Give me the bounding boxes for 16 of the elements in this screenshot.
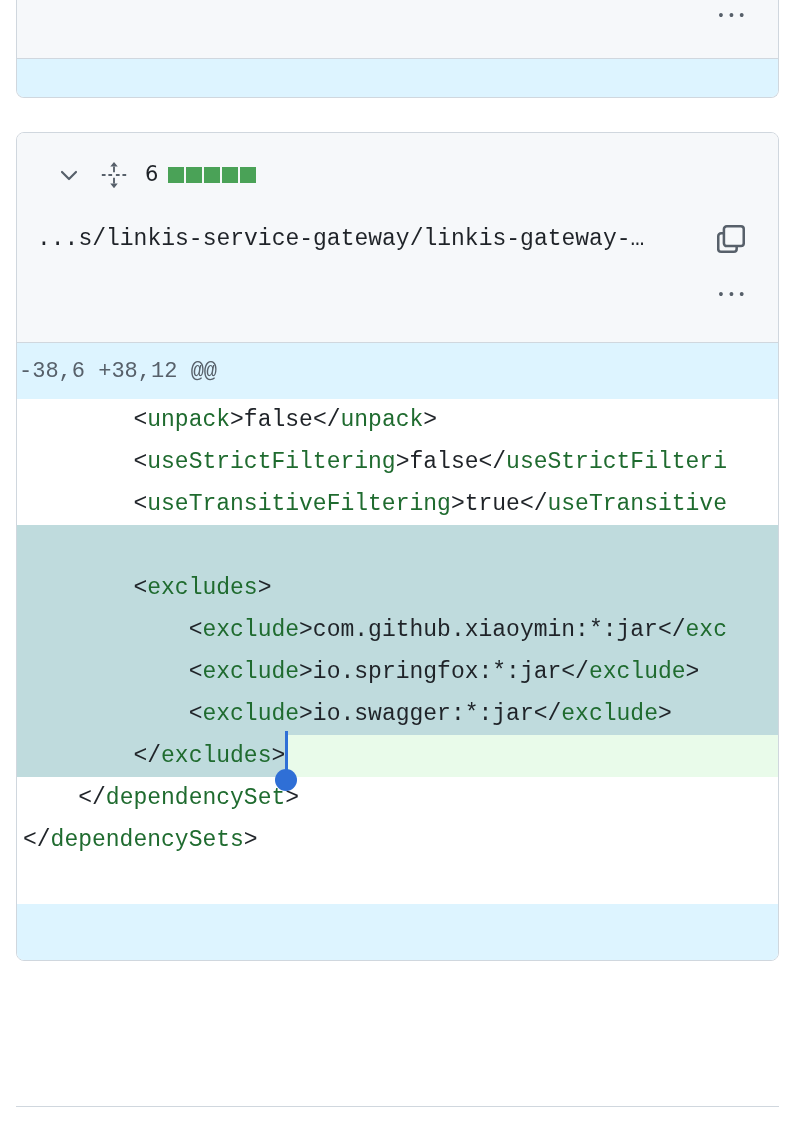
code-line: <unpack>false</unpack> (132, 406, 438, 435)
code-line: <excludes> (132, 574, 272, 603)
more-button[interactable]: ••• (716, 281, 748, 309)
copy-icon[interactable] (714, 222, 748, 256)
more-button[interactable]: ••• (716, 2, 748, 30)
file-path: ...s/linkis-service-gateway/linkis-gateway-… (37, 224, 645, 254)
hunk-range: -38,6 +38,12 @@ (18, 357, 218, 386)
code-line: </dependencySets> (22, 826, 258, 855)
move-icon[interactable] (99, 160, 129, 190)
code-line: <exclude>com.github.xiaoymin:*:jar</exc (187, 616, 727, 645)
code-line: <exclude>io.springfox:*:jar</exclude> (187, 658, 700, 687)
code-line: <useTransitiveFiltering>true</useTransitive (132, 490, 727, 519)
code-line: </dependencySet> (77, 784, 300, 813)
change-count: 6 (145, 161, 159, 189)
code-line: <exclude>io.swagger:*:jar</exclude> (187, 700, 672, 729)
code-line: <useStrictFiltering>false</useStrictFilteri (132, 448, 727, 477)
